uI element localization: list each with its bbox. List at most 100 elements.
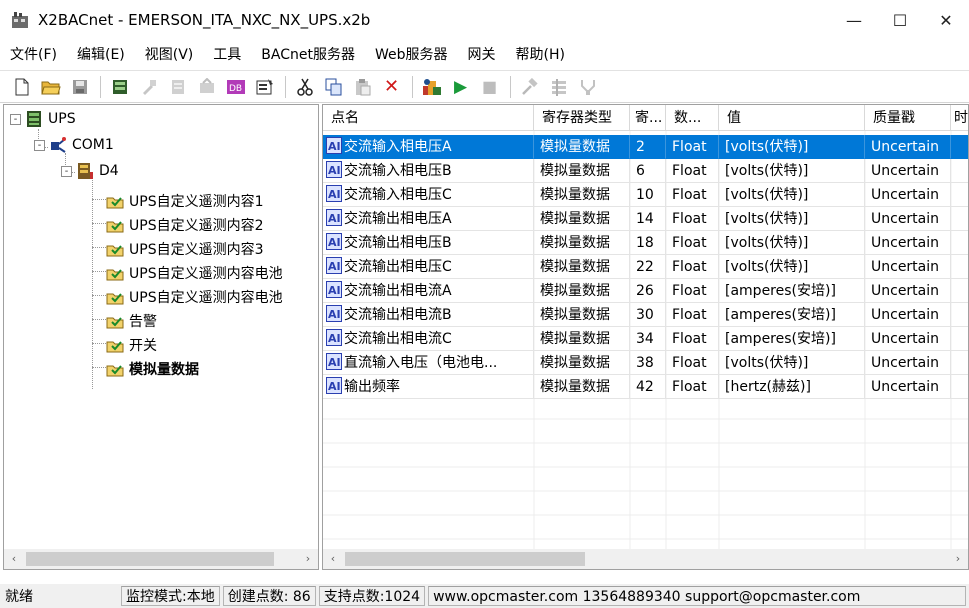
monitor-button[interactable] — [418, 73, 445, 100]
tree-node-group[interactable]: UPS自定义遥测内容3 — [106, 237, 263, 261]
hammer-icon — [521, 77, 538, 95]
table-row[interactable]: AI 直流输入电压（电池电... 模拟量数据 38 Float [volts(伏特… — [323, 351, 968, 375]
menu-file[interactable]: 文件(F) — [0, 40, 67, 70]
run-icon: ▶ — [453, 76, 468, 97]
menu-tools[interactable]: 工具 — [203, 40, 251, 70]
tool3-button[interactable] — [574, 73, 601, 100]
collapse-toggle[interactable]: - — [10, 113, 21, 125]
menu-gateway[interactable]: 网关 — [458, 40, 506, 70]
cell-register: 2 — [630, 135, 666, 159]
tree-label-ups: UPS — [48, 111, 76, 127]
tool-disabled-icon — [171, 79, 184, 94]
column-header-name[interactable]: 点名 — [323, 105, 534, 131]
tree-node-group-selected[interactable]: 模拟量数据 — [106, 357, 199, 381]
table-row[interactable]: AI 交流输出相电流A 模拟量数据 26 Float [amperes(安培)] … — [323, 279, 968, 303]
tree-node-group[interactable]: UPS自定义遥测内容电池 — [106, 285, 283, 309]
analog-input-icon: AI — [326, 185, 342, 202]
hammer-button[interactable] — [516, 73, 543, 100]
tool2-button[interactable] — [545, 73, 572, 100]
menu-bacnet-server[interactable]: BACnet服务器 — [251, 40, 365, 70]
cell-time — [951, 303, 968, 327]
column-header-register-type[interactable]: 寄存器类型 — [534, 105, 630, 131]
tree-node-ups[interactable]: - UPS — [10, 107, 76, 131]
list-hscrollbar[interactable]: ‹ › — [323, 549, 968, 569]
open-button[interactable] — [37, 73, 64, 100]
maximize-button[interactable]: ☐ — [877, 0, 923, 40]
paste-button[interactable] — [349, 73, 376, 100]
delete-button[interactable]: ✕ — [378, 73, 405, 100]
cell-data-type: Float — [666, 351, 719, 375]
table-row-selected[interactable]: AI 交流输入相电压A 模拟量数据 2 Float [volts(伏特)] Unc… — [323, 135, 968, 159]
tree-node-group[interactable]: UPS自定义遥测内容电池 — [106, 261, 283, 285]
tree-node-com1[interactable]: - COM1 — [34, 133, 114, 157]
svg-text:AI: AI — [328, 308, 341, 321]
scroll-right-arrow[interactable]: › — [298, 549, 318, 569]
table-row[interactable]: AI 交流输入相电压B 模拟量数据 6 Float [volts(伏特)] Unc… — [323, 159, 968, 183]
table-row[interactable]: AI 交流输入相电压C 模拟量数据 10 Float [volts(伏特)] Un… — [323, 183, 968, 207]
cell-point-name: AI 交流输出相电流C — [323, 327, 534, 351]
cell-register: 18 — [630, 231, 666, 255]
cell-point-name: AI 交流输入相电压A — [323, 135, 534, 159]
tree-node-group[interactable]: UPS自定义遥测内容2 — [106, 213, 263, 237]
cell-point-name: AI 交流输出相电流A — [323, 279, 534, 303]
tree-node-d4[interactable]: - D4 — [61, 159, 119, 183]
cell-register-type: 模拟量数据 — [534, 375, 630, 399]
stop-button[interactable]: ■ — [476, 73, 503, 100]
table-row[interactable]: AI 交流输出相电压B 模拟量数据 18 Float [volts(伏特)] Un… — [323, 231, 968, 255]
database-button[interactable]: DB — [222, 73, 249, 100]
menu-edit[interactable]: 编辑(E) — [67, 40, 135, 70]
cell-data-type: Float — [666, 135, 719, 159]
tree-node-group[interactable]: 开关 — [106, 333, 157, 357]
scroll-thumb[interactable] — [345, 552, 585, 566]
tool-button-disabled-3[interactable] — [193, 73, 220, 100]
table-row[interactable]: AI 交流输出相电流C 模拟量数据 34 Float [amperes(安培)] … — [323, 327, 968, 351]
tool-button-disabled-1[interactable] — [135, 73, 162, 100]
cell-quality: Uncertain — [865, 231, 951, 255]
run-button[interactable]: ▶ — [447, 73, 474, 100]
table-row[interactable]: AI 交流输出相电流B 模拟量数据 30 Float [amperes(安培)] … — [323, 303, 968, 327]
table-row[interactable]: AI 交流输出相电压C 模拟量数据 22 Float [volts(伏特)] Un… — [323, 255, 968, 279]
column-header-register[interactable]: 寄... — [630, 105, 666, 131]
tool3-icon — [580, 79, 595, 95]
cell-point-name: AI 交流输出相电压A — [323, 207, 534, 231]
properties-button[interactable] — [251, 73, 278, 100]
new-file-button[interactable] — [8, 73, 35, 100]
scroll-thumb[interactable] — [26, 552, 274, 566]
tool-button-disabled-2[interactable] — [164, 73, 191, 100]
status-mode: 监控模式:本地 — [121, 586, 220, 606]
tree-node-group[interactable]: UPS自定义遥测内容1 — [106, 189, 263, 213]
column-header-data-type[interactable]: 数... — [666, 105, 719, 131]
analog-input-icon: AI — [326, 209, 342, 226]
table-row[interactable]: AI 输出频率 模拟量数据 42 Float [hertz(赫兹)] Uncert… — [323, 375, 968, 399]
scroll-left-arrow[interactable]: ‹ — [4, 549, 24, 569]
status-created-points: 创建点数: 86 — [222, 586, 316, 606]
collapse-toggle[interactable]: - — [34, 139, 45, 151]
analog-input-icon: AI — [326, 353, 342, 370]
save-button[interactable] — [66, 73, 93, 100]
column-header-value[interactable]: 值 — [719, 105, 865, 131]
tree-hscrollbar[interactable]: ‹ › — [4, 549, 318, 569]
collapse-toggle[interactable]: - — [61, 165, 72, 177]
tree-node-group[interactable]: 告警 — [106, 309, 157, 333]
point-group-icon — [106, 221, 124, 233]
svg-text:AI: AI — [328, 140, 341, 153]
copy-button[interactable] — [320, 73, 347, 100]
cell-data-type: Float — [666, 375, 719, 399]
menu-web-server[interactable]: Web服务器 — [365, 40, 458, 70]
scroll-left-arrow[interactable]: ‹ — [323, 549, 343, 569]
add-device-button[interactable] — [106, 73, 133, 100]
point-name: 交流输入相电压A — [344, 139, 452, 155]
column-header-quality[interactable]: 质量戳 — [865, 105, 951, 131]
scroll-right-arrow[interactable]: › — [948, 549, 968, 569]
tree-label-group: UPS自定义遥测内容2 — [129, 218, 264, 234]
menu-help[interactable]: 帮助(H) — [506, 40, 575, 70]
scroll-track[interactable] — [343, 549, 948, 569]
table-row[interactable]: AI 交流输出相电压A 模拟量数据 14 Float [volts(伏特)] Un… — [323, 207, 968, 231]
close-button[interactable]: ✕ — [923, 0, 969, 40]
tree-connector — [92, 177, 93, 389]
menu-view[interactable]: 视图(V) — [135, 40, 204, 70]
scroll-track[interactable] — [24, 549, 298, 569]
cut-button[interactable] — [291, 73, 318, 100]
minimize-button[interactable]: — — [831, 0, 877, 40]
column-header-time[interactable]: 时 — [951, 105, 968, 131]
